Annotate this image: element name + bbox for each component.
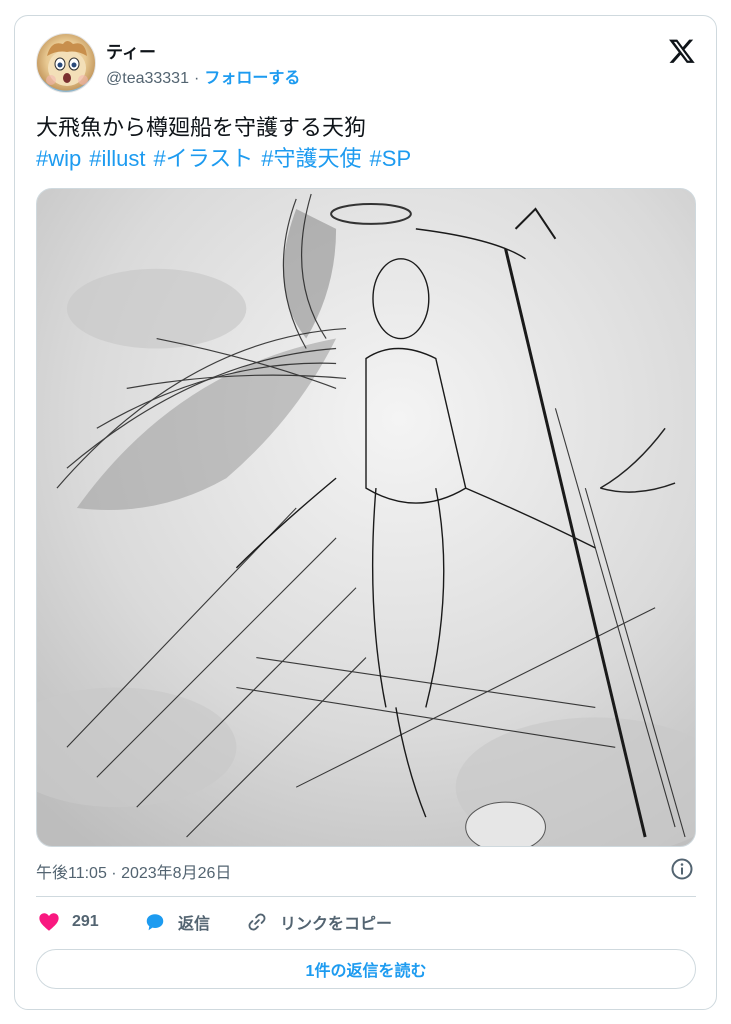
hashtag-wip[interactable]: #wip [36, 146, 81, 171]
hashtag-row: #wip #illust #イラスト #守護天使 #SP [36, 143, 696, 174]
avatar[interactable] [36, 33, 96, 93]
like-button[interactable]: 291 [38, 909, 99, 935]
divider [36, 896, 696, 897]
avatar-illustration-icon [46, 41, 88, 86]
tweet-header: ティー @tea33331 · フォローする [36, 33, 696, 93]
link-icon [248, 913, 266, 931]
tweet-media-image[interactable] [36, 188, 696, 847]
reply-label: 返信 [178, 916, 211, 933]
reply-button[interactable]: 返信 [144, 909, 210, 935]
action-bar: 291 返信 リンクをコピー [36, 909, 696, 935]
author-handle[interactable]: @tea33331 [106, 70, 189, 87]
hashtag-irasuto[interactable]: #イラスト [154, 146, 254, 171]
hashtag-shugo-tenshi[interactable]: #守護天使 [261, 146, 361, 171]
info-icon[interactable] [670, 857, 694, 881]
tweet-timestamp[interactable]: 午後11:05 · 2023年8月26日 [36, 859, 231, 883]
x-logo-icon[interactable] [668, 37, 696, 65]
hashtag-illust[interactable]: #illust [89, 146, 145, 171]
heart-icon [39, 913, 59, 931]
author-name[interactable]: ティー [106, 38, 156, 63]
copy-link-button[interactable]: リンクをコピー [246, 909, 392, 935]
like-count: 291 [72, 913, 99, 930]
tweet-embed-card: ティー @tea33331 · フォローする 大飛魚から樽廻船を守護する天狗 #wi… [14, 15, 717, 1010]
follow-button[interactable]: フォローする [204, 70, 300, 87]
speech-bubble-icon [146, 914, 164, 931]
hashtag-sp[interactable]: #SP [370, 146, 412, 171]
separator-dot: · [193, 70, 200, 87]
tweet-text: 大飛魚から樽廻船を守護する天狗 [36, 115, 367, 140]
copy-link-label: リンクをコピー [280, 916, 393, 933]
sketch-illustration [37, 189, 695, 846]
handle-row: @tea33331 · フォローする [106, 64, 300, 88]
read-replies-button[interactable]: 1件の返信を読む [36, 949, 696, 989]
